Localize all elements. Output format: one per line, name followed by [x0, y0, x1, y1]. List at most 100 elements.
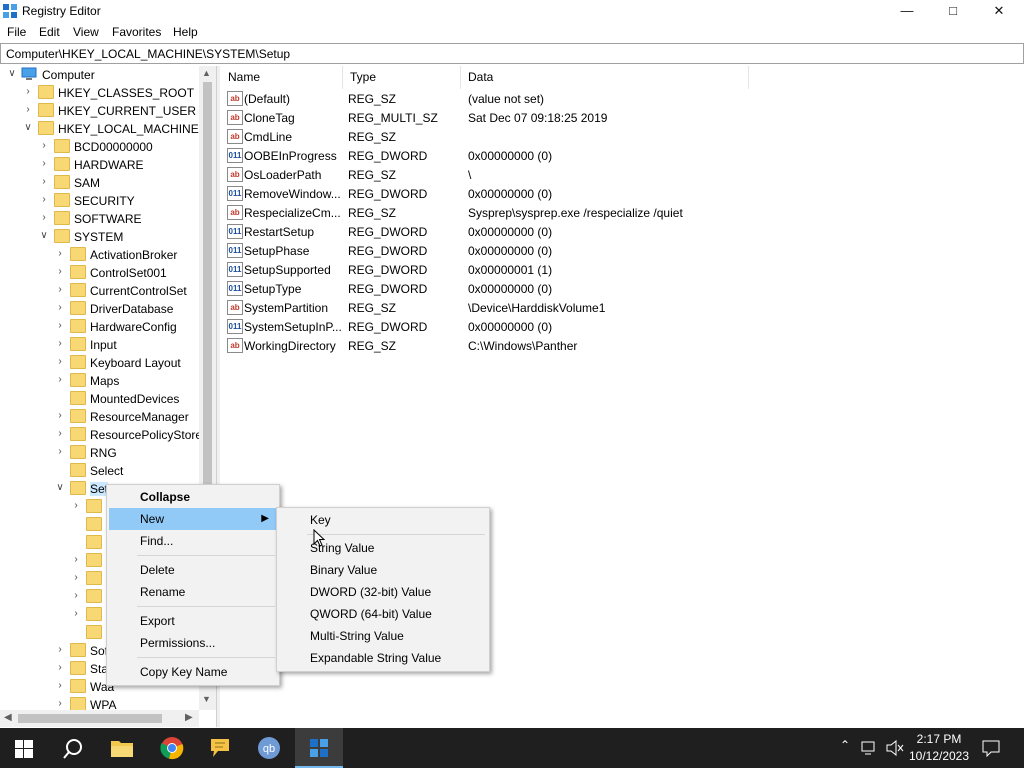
address-bar[interactable]: Computer\HKEY_LOCAL_MACHINE\SYSTEM\Setup	[0, 43, 1024, 64]
tree-item-currentcontrolset[interactable]: › CurrentControlSet	[0, 282, 200, 300]
menu-item-copy-key-name[interactable]: Copy Key Name	[109, 661, 277, 683]
clock-date[interactable]: 10/12/2023	[904, 749, 974, 763]
scroll-left-icon[interactable]: ◀	[4, 712, 12, 723]
chevron-right-icon[interactable]: ›	[70, 554, 82, 566]
taskbar-chat-app[interactable]	[196, 728, 244, 768]
submenu-item-qword-value[interactable]: QWORD (64-bit) Value	[279, 603, 487, 625]
chevron-right-icon[interactable]: ›	[54, 680, 66, 692]
value-row[interactable]: ab RespecializeCm... REG_SZ Sysprep\sysprep…	[221, 204, 1001, 223]
value-row[interactable]: ab SystemPartition REG_SZ \Device\HarddiskV…	[221, 299, 1001, 318]
menu-item-find[interactable]: Find...	[109, 530, 277, 552]
submenu-item-string-value[interactable]: String Value	[279, 537, 487, 559]
chevron-right-icon[interactable]: ›	[54, 374, 66, 386]
chevron-right-icon[interactable]: ›	[54, 662, 66, 674]
menu-item-collapse[interactable]: Collapse	[109, 486, 277, 508]
menu-item-new[interactable]: New ▶	[109, 508, 277, 530]
tree-item-system[interactable]: ∨ SYSTEM	[0, 228, 200, 246]
menu-help[interactable]: Help	[173, 25, 198, 39]
value-row[interactable]: 011 SystemSetupInP... REG_DWORD 0x00000000 …	[221, 318, 1001, 337]
tree-item-hklm[interactable]: ∨ HKEY_LOCAL_MACHINE	[0, 120, 200, 138]
tree-item-controlset001[interactable]: › ControlSet001	[0, 264, 200, 282]
taskbar-file-explorer[interactable]	[98, 728, 146, 768]
search-button[interactable]	[48, 728, 96, 768]
value-row[interactable]: 011 SetupPhase REG_DWORD 0x00000000 (0)	[221, 242, 1001, 261]
value-row[interactable]: ab WorkingDirectory REG_SZ C:\Windows\Panth…	[221, 337, 1001, 356]
chevron-right-icon[interactable]: ›	[54, 302, 66, 314]
menu-item-rename[interactable]: Rename	[109, 581, 277, 603]
value-row[interactable]: ab (Default) REG_SZ (value not set)	[221, 90, 1001, 109]
submenu-item-expandable-string-value[interactable]: Expandable String Value	[279, 647, 487, 669]
chevron-right-icon[interactable]: ›	[54, 266, 66, 278]
chevron-right-icon[interactable]: ›	[54, 446, 66, 458]
value-row[interactable]: 011 RestartSetup REG_DWORD 0x00000000 (0)	[221, 223, 1001, 242]
tree-item-mounteddevices[interactable]: MountedDevices	[0, 390, 200, 408]
column-data[interactable]: Data	[461, 66, 749, 89]
chevron-right-icon[interactable]: ›	[54, 410, 66, 422]
start-button[interactable]	[0, 728, 48, 768]
chevron-right-icon[interactable]: ›	[70, 572, 82, 584]
chevron-right-icon[interactable]: ›	[38, 212, 50, 224]
submenu-item-multi-string-value[interactable]: Multi-String Value	[279, 625, 487, 647]
chevron-right-icon[interactable]: ›	[54, 644, 66, 656]
chevron-down-icon[interactable]: ∨	[54, 482, 66, 494]
submenu-item-binary-value[interactable]: Binary Value	[279, 559, 487, 581]
close-button[interactable]: ✕	[976, 0, 1022, 22]
chevron-right-icon[interactable]: ›	[54, 428, 66, 440]
chevron-right-icon[interactable]: ›	[54, 320, 66, 332]
menu-item-permissions[interactable]: Permissions...	[109, 632, 277, 654]
submenu-item-key[interactable]: Key	[279, 509, 487, 531]
chevron-right-icon[interactable]: ›	[54, 284, 66, 296]
scroll-thumb[interactable]	[203, 82, 212, 502]
chevron-right-icon[interactable]: ›	[38, 140, 50, 152]
tree-item-hardwareconfig[interactable]: › HardwareConfig	[0, 318, 200, 336]
tree-item-input[interactable]: › Input	[0, 336, 200, 354]
scroll-up-icon[interactable]: ▲	[202, 68, 211, 78]
chevron-right-icon[interactable]: ›	[38, 158, 50, 170]
volume-muted-icon[interactable]	[885, 740, 905, 756]
chevron-right-icon[interactable]: ›	[38, 194, 50, 206]
chevron-down-icon[interactable]: ∨	[38, 230, 50, 242]
taskbar-chrome[interactable]	[148, 728, 196, 768]
menu-edit[interactable]: Edit	[39, 25, 60, 39]
tree-item-activationbroker[interactable]: › ActivationBroker	[0, 246, 200, 264]
chevron-right-icon[interactable]: ›	[70, 608, 82, 620]
menu-item-delete[interactable]: Delete	[109, 559, 277, 581]
tree-item-computer[interactable]: ∨ Computer	[0, 66, 200, 84]
tree-item-hkcu[interactable]: › HKEY_CURRENT_USER	[0, 102, 200, 120]
tree-item-driverdatabase[interactable]: › DriverDatabase	[0, 300, 200, 318]
column-name[interactable]: Name	[221, 66, 343, 89]
chevron-right-icon[interactable]: ›	[38, 176, 50, 188]
tree-item-resourcepolicystore[interactable]: › ResourcePolicyStore	[0, 426, 202, 444]
taskbar-qbittorrent[interactable]: qb	[245, 728, 293, 768]
scroll-right-icon[interactable]: ▶	[185, 712, 193, 723]
submenu-item-dword-value[interactable]: DWORD (32-bit) Value	[279, 581, 487, 603]
chevron-down-icon[interactable]: ∨	[22, 122, 34, 134]
value-row[interactable]: ab OsLoaderPath REG_SZ \	[221, 166, 1001, 185]
scroll-thumb[interactable]	[18, 714, 162, 723]
tree-item-rng[interactable]: › RNG	[0, 444, 200, 462]
column-type[interactable]: Type	[343, 66, 461, 89]
tree-item-select[interactable]: Select	[0, 462, 200, 480]
value-row[interactable]: ab CmdLine REG_SZ	[221, 128, 1001, 147]
taskbar-registry-editor[interactable]	[295, 728, 343, 768]
tree-item-sam[interactable]: › SAM	[0, 174, 200, 192]
minimize-button[interactable]: —	[884, 0, 930, 22]
chevron-right-icon[interactable]: ›	[54, 698, 66, 710]
menu-favorites[interactable]: Favorites	[112, 25, 161, 39]
chevron-up-icon[interactable]: ⌃	[840, 738, 850, 752]
chevron-right-icon[interactable]: ›	[22, 104, 34, 116]
clock-time[interactable]: 2:17 PM	[904, 732, 974, 746]
value-row[interactable]: 011 SetupSupported REG_DWORD 0x00000001 (1)	[221, 261, 1001, 280]
tree-item-hardware[interactable]: › HARDWARE	[0, 156, 200, 174]
tree-item-bcd[interactable]: › BCD00000000	[0, 138, 200, 156]
chevron-down-icon[interactable]: ∨	[6, 68, 18, 80]
chevron-right-icon[interactable]: ›	[54, 338, 66, 350]
menu-view[interactable]: View	[73, 25, 99, 39]
notification-icon[interactable]	[982, 739, 1000, 757]
chevron-right-icon[interactable]: ›	[54, 356, 66, 368]
value-row[interactable]: 011 SetupType REG_DWORD 0x00000000 (0)	[221, 280, 1001, 299]
tree-item-hkcr[interactable]: › HKEY_CLASSES_ROOT	[0, 84, 200, 102]
maximize-button[interactable]: □	[930, 0, 976, 22]
menu-file[interactable]: File	[7, 25, 26, 39]
tree-horizontal-scrollbar[interactable]: ◀ ▶	[0, 710, 199, 727]
